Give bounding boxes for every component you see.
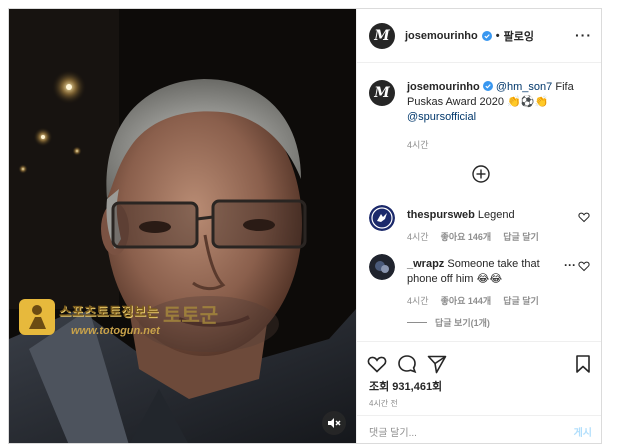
mention-link[interactable]: @spursofficial (407, 111, 476, 123)
comment-text: thespursweb Legend (407, 208, 567, 223)
comment-avatar[interactable] (369, 205, 395, 231)
watermark-url: www.totogun.net (71, 325, 160, 337)
view-replies-button[interactable]: 답글 보기(1개) (407, 316, 490, 329)
comment-time: 4시간 (407, 296, 429, 306)
comment-username[interactable]: _wrapz (407, 258, 444, 270)
spurs-logo-icon (369, 205, 395, 231)
view-replies-label: 답글 보기(1개) (435, 318, 490, 328)
watermark-mark: 토토군 (163, 303, 219, 327)
comments-list: M josemourinho @hm_son7 Fifa Puskas Awar… (357, 64, 601, 341)
watermark-title: 스포츠토토정보는 (59, 305, 159, 320)
heart-icon[interactable] (578, 211, 590, 223)
comment-meta: 4시간 좋아요 146개 답글 달기 (407, 230, 539, 243)
comment-text: _wrapz Someone take that phone off him 😂… (407, 257, 567, 287)
comment-avatar[interactable] (369, 254, 395, 280)
heart-icon[interactable] (367, 354, 387, 374)
verified-badge-icon (481, 30, 492, 41)
view-count[interactable]: 조회 931,461회 (369, 378, 442, 394)
caption-time: 4시간 (407, 140, 429, 150)
header-username[interactable]: josemourinho (405, 30, 478, 42)
comment-time: 4시간 (407, 232, 429, 242)
post-comment-button[interactable]: 게시 (574, 424, 592, 439)
caption-username[interactable]: josemourinho (407, 81, 480, 93)
post-header: M josemourinho • 팔로잉 ··· (357, 9, 601, 63)
comment-meta: 4시간 좋아요 144개 답글 달기 (407, 294, 539, 307)
reply-button[interactable]: 답글 달기 (503, 294, 539, 307)
video-player[interactable]: 스포츠토토정보는 www.totogun.net 토토군 (9, 9, 356, 443)
speaker-muted-icon (328, 418, 341, 428)
following-button[interactable]: 팔로잉 (504, 28, 534, 44)
divider-line (407, 322, 427, 323)
avatar[interactable]: M (369, 22, 395, 49)
avatar-initial: M (374, 85, 390, 101)
plus-circle-icon[interactable] (472, 165, 490, 183)
user-avatar-icon (369, 254, 395, 280)
comment-input[interactable]: 댓글 달기... (369, 424, 417, 439)
watermark: 스포츠토토정보는 www.totogun.net 토토군 (13, 293, 223, 353)
watermark-logo (19, 299, 55, 335)
heart-icon[interactable] (578, 260, 590, 272)
verified-badge-icon (482, 81, 493, 91)
mute-button[interactable] (322, 411, 346, 435)
avatar-initial: M (374, 27, 390, 44)
action-bar: 조회 931,461회 4시간 전 (357, 341, 601, 415)
caption-text: josemourinho @hm_son7 Fifa Puskas Award … (407, 80, 593, 125)
add-comment-bar: 댓글 달기... 게시 (357, 415, 601, 443)
post-side-panel: M josemourinho • 팔로잉 ··· M josemourinho … (356, 9, 601, 443)
more-options-button[interactable]: ··· (575, 27, 592, 43)
post-dialog: 스포츠토토정보는 www.totogun.net 토토군 M josemouri… (8, 8, 602, 444)
comment-likes[interactable]: 좋아요 144개 (441, 294, 492, 307)
header-user: josemourinho • 팔로잉 (405, 28, 534, 44)
post-time: 4시간 전 (369, 399, 398, 408)
comment-body: Legend (477, 209, 515, 221)
paper-plane-icon[interactable] (427, 354, 447, 374)
bookmark-icon[interactable] (573, 354, 593, 374)
reply-button[interactable]: 답글 달기 (503, 230, 539, 243)
comment-username[interactable]: thespursweb (407, 209, 475, 221)
comment-more-button[interactable]: ··· (564, 258, 576, 272)
comment-bubble-icon[interactable] (397, 354, 417, 374)
avatar[interactable]: M (369, 80, 395, 106)
comment-likes[interactable]: 좋아요 146개 (441, 230, 492, 243)
separator-dot: • (495, 29, 500, 42)
mention-link[interactable]: @hm_son7 (496, 81, 552, 93)
video-frame (9, 9, 356, 443)
